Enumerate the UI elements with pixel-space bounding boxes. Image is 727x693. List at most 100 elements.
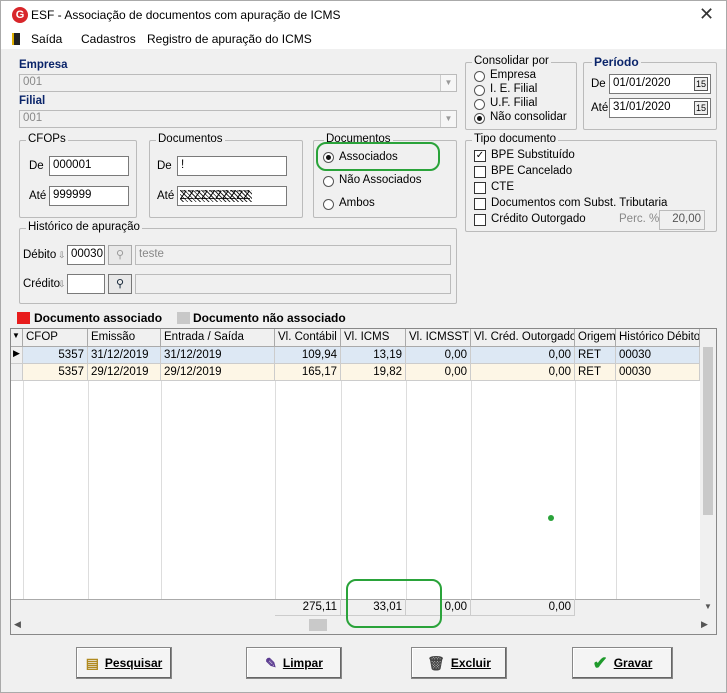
radio-uf-filial[interactable] [474,99,485,110]
credito-label: Crédito [23,278,61,290]
historico-title: Histórico de apuração [26,221,142,233]
empresa-select[interactable]: 001 ▼ [19,74,457,92]
legend-nao-associado: Documento não associado [193,311,346,325]
chk-credito-outorgado[interactable] [474,214,486,226]
cell-cfop[interactable]: 5357 [23,347,88,364]
chevron-down-icon[interactable]: ▼ [440,111,456,127]
cell-entrada-saida[interactable]: 31/12/2019 [161,347,275,364]
main-window: G ESF - Associação de documentos com apu… [0,0,727,693]
chk-bpe-cancelado[interactable] [474,166,486,178]
radio-nao-consolidar[interactable] [474,113,485,124]
scroll-down-icon[interactable]: ▼ [704,602,712,611]
close-button[interactable]: ✕ [699,4,714,25]
col-cfop[interactable]: CFOP [23,329,88,347]
radio-ambos-label: Ambos [339,197,375,209]
chk-subst-tributaria[interactable] [474,198,486,210]
excluir-button[interactable]: 🗑 Excluir [411,647,507,679]
col-vl-icms[interactable]: Vl. ICMS [341,329,406,347]
cell-vl-cred-outorgado[interactable]: 0,00 [471,364,575,381]
radio-empresa-label: Empresa [490,69,537,81]
binoculars-icon[interactable]: ⚲ [108,245,132,265]
radio-nao-associados-label: Não Associados [339,174,422,186]
scroll-thumb[interactable] [703,347,713,515]
col-historico-debito[interactable]: Histórico Débito [616,329,700,347]
vertical-scrollbar[interactable]: ▼ [700,329,716,616]
cell-origem[interactable]: RET [575,347,616,364]
grid-line [275,381,276,599]
chk-bpe-substituido-label: BPE Substituído [491,149,575,161]
cfops-de-input[interactable]: 000001 [49,156,129,176]
perc-input[interactable]: 20,00 [659,210,705,230]
pesquisar-button[interactable]: ▤ Pesquisar [76,647,172,679]
documentos-de-input[interactable]: ! [177,156,287,176]
chk-bpe-substituido[interactable]: ✓ [474,150,486,162]
cfops-ate-input[interactable]: 999999 [49,186,129,206]
col-vl-cred-outorgado[interactable]: Vl. Créd. Outorgado [471,329,575,347]
col-entrada-saida[interactable]: Entrada / Saída [161,329,275,347]
cell-cfop[interactable]: 5357 [23,364,88,381]
required-arrow-icon: ⇩ [58,250,66,260]
radio-ie-filial-label: I. E. Filial [490,83,538,95]
documentos-ate-input[interactable]: ZZZZZZZZZZ [177,186,287,206]
highlight-annotation [316,142,440,171]
hscroll-thumb[interactable] [309,619,327,631]
periodo-ate-input[interactable]: 31/01/2020 15 [609,98,711,118]
menu-registro-apuracao[interactable]: Registro de apuração do ICMS [147,32,312,46]
title-bar: G ESF - Associação de documentos com apu… [1,1,726,29]
cell-vl-cred-outorgado[interactable]: 0,00 [471,347,575,364]
periodo-ate-label: Até [591,102,609,114]
cell-historico-debito[interactable]: 00030 [616,347,700,364]
cell-vl-icmsst[interactable]: 0,00 [406,347,471,364]
cfops-ate-label: Até [29,190,47,202]
cell-emissao[interactable]: 29/12/2019 [88,364,161,381]
periodo-title: Período [592,55,641,69]
chk-subst-tributaria-label: Documentos com Subst. Tributaria [491,197,668,209]
col-origem[interactable]: Origem [575,329,616,347]
total-vl-contabil: 275,11 [275,599,341,616]
grid-line [161,381,162,599]
scroll-left-icon[interactable]: ◀ [14,619,21,630]
cell-vl-icms[interactable]: 19,82 [341,364,406,381]
cell-vl-icmsst[interactable]: 0,00 [406,364,471,381]
calendar-icon[interactable]: 15 [694,77,708,91]
col-emissao[interactable]: Emissão [88,329,161,347]
limpar-button[interactable]: ✎ Limpar [246,647,342,679]
scroll-right-icon[interactable]: ▶ [701,619,708,630]
grid-line [23,381,24,599]
menu-saida[interactable]: Saída [31,32,62,46]
gravar-button[interactable]: ✔ Gravar [572,647,673,679]
radio-ie-filial[interactable] [474,85,485,96]
radio-empresa[interactable] [474,71,485,82]
cell-origem[interactable]: RET [575,364,616,381]
chevron-down-icon[interactable]: ▼ [440,75,456,91]
credito-code-input[interactable] [67,274,105,294]
cell-historico-debito[interactable]: 00030 [616,364,700,381]
cell-vl-contabil[interactable]: 109,94 [275,347,341,364]
cell-emissao[interactable]: 31/12/2019 [88,347,161,364]
col-vl-contabil[interactable]: Vl. Contábil [275,329,341,347]
radio-nao-associados[interactable] [323,176,334,187]
chk-bpe-cancelado-label: BPE Cancelado [491,165,573,177]
cell-vl-icms[interactable]: 13,19 [341,347,406,364]
nao-associado-swatch [177,312,190,324]
tipo-documento-title: Tipo documento [472,133,559,145]
excluir-label: Excluir [450,656,491,670]
periodo-de-input[interactable]: 01/01/2020 15 [609,74,711,94]
window-title: ESF - Associação de documentos com apura… [31,8,341,22]
periodo-de-value: 01/01/2020 [613,77,671,89]
debito-code-input[interactable]: 00030 [67,245,105,265]
cell-entrada-saida[interactable]: 29/12/2019 [161,364,275,381]
radio-ambos[interactable] [323,199,334,210]
cell-vl-contabil[interactable]: 165,17 [275,364,341,381]
grid-menu-icon[interactable]: ▼ [11,329,23,347]
chk-cte[interactable] [474,182,486,194]
exit-door-icon [12,33,20,45]
filial-select[interactable]: 001 ▼ [19,110,457,128]
filial-label: Filial [19,95,46,107]
app-logo-icon: G [12,7,28,23]
calendar-icon[interactable]: 15 [694,101,708,115]
binoculars-icon[interactable]: ⚲ [108,274,132,294]
pesquisar-label: Pesquisar [104,656,163,670]
col-vl-icmsst[interactable]: Vl. ICMSST [406,329,471,347]
menu-cadastros[interactable]: Cadastros [81,32,136,46]
